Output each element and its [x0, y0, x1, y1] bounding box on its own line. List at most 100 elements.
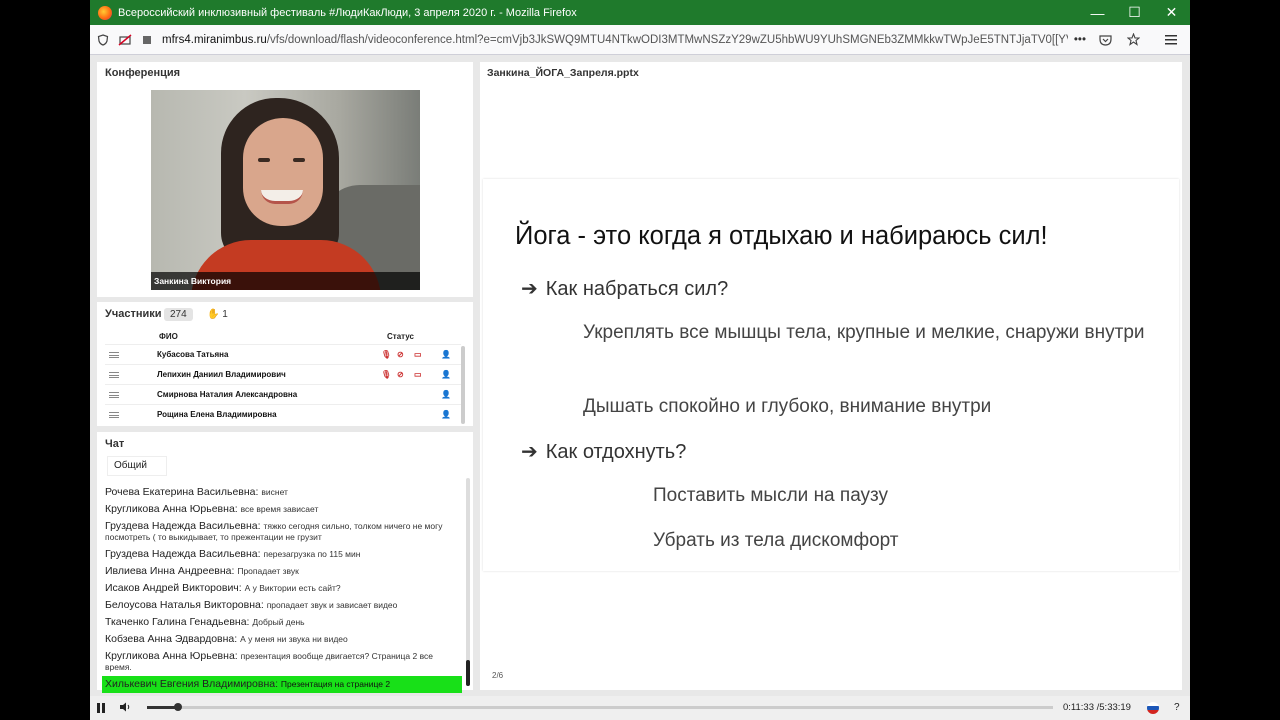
participant-name: Кубасова Татьяна — [157, 350, 229, 359]
chat-messages: Рочева Екатерина Васильевна: виснет Круг… — [102, 472, 462, 693]
participant-row[interactable]: Рощина Елена Владимировна 👤 — [105, 404, 461, 424]
raised-hand-icon: ✋ — [207, 309, 220, 320]
camera-off-icon: ⊘ — [397, 370, 404, 379]
page-number: 2/6 — [492, 671, 504, 680]
raised-hands[interactable]: ✋ 1 — [207, 309, 228, 320]
participant-name: Смирнова Наталия Александровна — [157, 390, 298, 399]
volume-icon[interactable] — [119, 702, 131, 715]
chat-message: Кругликова Анна Юрьевна: все время завис… — [102, 501, 462, 518]
participant-row[interactable]: Смирнова Наталия Александровна 👤 — [105, 384, 461, 404]
playback-time: 0:11:33 /5:33:19 — [1063, 702, 1131, 713]
chat-message-highlighted: Хилькевич Евгения Владимировна: Презента… — [102, 676, 462, 693]
blocked-media-icon[interactable] — [116, 31, 134, 49]
slide-answer-4: Убрать из тела дискомфорт — [653, 530, 899, 551]
progress-knob[interactable] — [174, 703, 183, 711]
chat-message: Ивлиева Инна Андреевна: Пропадает звук — [102, 563, 462, 580]
maximize-button[interactable]: ☐ — [1116, 0, 1153, 25]
page-actions-button[interactable]: ••• — [1074, 34, 1086, 46]
participant-row[interactable]: Кубасова Татьяна 🎙 ⊘ ▭ 👤 — [105, 344, 461, 364]
presentation-filename: Занкина_ЙОГА_Запреля.pptx — [487, 67, 639, 79]
chat-scrollbar[interactable] — [466, 478, 470, 686]
bookmark-star-icon[interactable] — [1124, 31, 1142, 49]
participants-title: Участники — [105, 308, 162, 320]
column-header-status: Статус — [387, 332, 414, 341]
video-eye-right — [293, 158, 305, 162]
chat-text: Презентация на странице 2 — [280, 679, 391, 689]
slide-question-2: Как отдохнуть? — [545, 441, 687, 463]
chat-text: пропадает звук и зависает видео — [266, 600, 398, 610]
slide-question-1: Как набраться сил? — [545, 278, 729, 300]
drag-handle-icon[interactable] — [109, 371, 119, 378]
chat-author: Хилькевич Евгения Владимировна: — [105, 678, 278, 690]
url-path: /vfs/download/flash/videoconference.html… — [266, 33, 1068, 46]
chat-text: А у Виктории есть сайт? — [244, 583, 341, 593]
chat-author: Рочева Екатерина Васильевна: — [105, 486, 259, 498]
presentation-panel: Занкина_ЙОГА_Запреля.pptx Йога - это ког… — [480, 62, 1182, 690]
user-avatar-icon: 👤 — [441, 410, 451, 419]
window-title: Всероссийский инклюзивный фестиваль #Люд… — [118, 6, 577, 19]
chat-text: Пропадает звук — [237, 566, 299, 576]
slide-answer-3: Поставить мысли на паузу — [653, 485, 889, 506]
participant-row[interactable]: Лепихин Даниил Владимирович 🎙 ⊘ ▭ 👤 — [105, 364, 461, 384]
chat-panel: Чат Общий Рочева Екатерина Васильевна: в… — [97, 432, 473, 693]
slide-bullet-2: ➔ Как отдохнуть? — [521, 439, 686, 464]
slide-answer-2: Дышать спокойно и глубоко, внимание внут… — [583, 396, 992, 417]
pocket-icon[interactable] — [1096, 31, 1114, 49]
player-bar: 0:11:33 /5:33:19 ? — [90, 696, 1190, 720]
pause-button[interactable] — [97, 703, 107, 713]
participants-count: 274 — [164, 308, 193, 321]
chat-message: Кругликова Анна Юрьевна: презентация воо… — [102, 648, 462, 676]
mic-off-icon: 🎙 — [381, 350, 392, 359]
chat-text: перезагрузка по 115 мин — [263, 549, 361, 559]
user-avatar-icon: 👤 — [441, 390, 451, 399]
chat-author: Груздева Надежда Васильевна: — [105, 520, 261, 532]
slide-bullet-1: ➔ Как набраться сил? — [521, 276, 728, 301]
menu-icon[interactable] — [1162, 31, 1180, 49]
participant-name: Лепихин Даниил Владимирович — [157, 370, 286, 379]
chat-message: Рочева Екатерина Васильевна: виснет — [102, 484, 462, 501]
speaker-name: Занкина Виктория — [151, 272, 420, 290]
chat-message-cut — [102, 472, 462, 484]
participants-list: Кубасова Татьяна 🎙 ⊘ ▭ 👤 Лепихин Даниил … — [105, 344, 461, 424]
slide: Йога - это когда я отдыхаю и набираюсь с… — [483, 179, 1179, 571]
url-host: mfrs4.miranimbus.ru — [162, 33, 267, 46]
screen-off-icon: ▭ — [414, 350, 422, 359]
drag-handle-icon[interactable] — [109, 351, 119, 358]
conference-title: Конференция — [105, 67, 181, 79]
participants-scrollbar[interactable] — [461, 346, 465, 424]
raised-hands-count: 1 — [222, 309, 228, 320]
chat-message: Ткаченко Галина Генадьевна: Добрый день — [102, 614, 462, 631]
close-button[interactable]: ✕ — [1153, 0, 1190, 25]
progress-track[interactable] — [147, 703, 1053, 711]
chat-author: Исаков Андрей Викторович: — [105, 582, 242, 594]
column-header-name: ФИО — [159, 332, 178, 341]
user-avatar-icon: 👤 — [441, 350, 451, 359]
url-input[interactable]: mfrs4.miranimbus.ru/vfs/download/flash/v… — [162, 34, 1068, 46]
chat-author: Кругликова Анна Юрьевна: — [105, 503, 238, 515]
drag-handle-icon[interactable] — [109, 391, 119, 398]
chat-author: Ивлиева Инна Андреевна: — [105, 565, 235, 577]
chat-scrollbar-thumb[interactable] — [466, 660, 470, 686]
chat-message: Груздева Надежда Васильевна: перезагрузк… — [102, 546, 462, 563]
drag-handle-icon[interactable] — [109, 411, 119, 418]
video-eye-left — [258, 158, 270, 162]
chat-title: Чат — [105, 438, 125, 450]
camera-off-icon: ⊘ — [397, 350, 404, 359]
language-flag-icon[interactable] — [1147, 702, 1159, 714]
participants-panel: Участники 274 ✋ 1 ФИО Статус Кубасова Та… — [97, 302, 473, 426]
speaker-video: Занкина Виктория — [151, 90, 420, 290]
chat-text: А у меня ни звука ни видео — [240, 634, 348, 644]
chat-text: виснет — [261, 487, 288, 497]
page-icon — [138, 31, 156, 49]
help-button[interactable]: ? — [1174, 702, 1180, 713]
slide-title: Йога - это когда я отдыхаю и набираюсь с… — [515, 222, 1048, 250]
minimize-button[interactable]: — — [1079, 0, 1116, 25]
arrow-icon: ➔ — [521, 441, 538, 463]
chat-author: Ткаченко Галина Генадьевна: — [105, 616, 250, 628]
screen-off-icon: ▭ — [414, 370, 422, 379]
chat-author: Кобзева Анна Эдвардовна: — [105, 633, 238, 645]
shield-icon[interactable] — [94, 31, 112, 49]
firefox-logo-icon — [98, 5, 112, 20]
user-avatar-icon: 👤 — [441, 370, 451, 379]
chat-author: Белоусова Наталья Викторовна: — [105, 599, 264, 611]
